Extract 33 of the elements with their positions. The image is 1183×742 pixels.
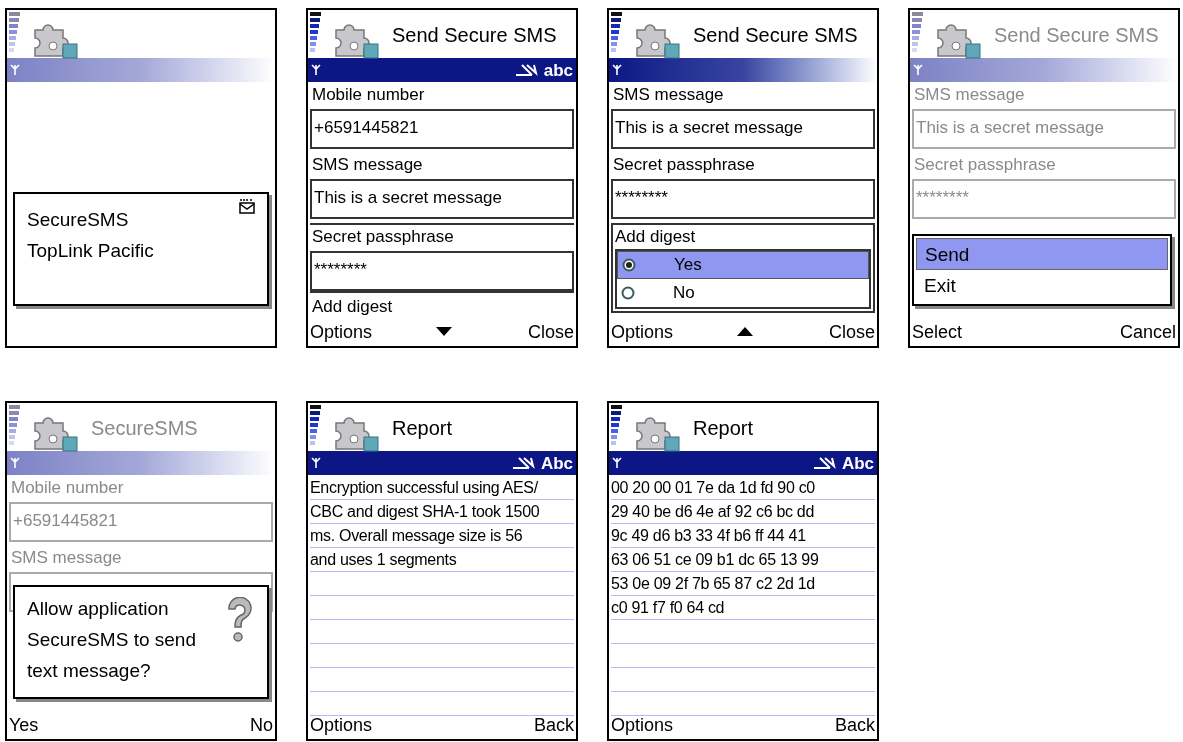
field-label: Mobile number [10, 477, 125, 499]
input-mode-indicator: Abc [841, 454, 874, 472]
report-text-line: CBC and digest SHA-1 took 1500 [310, 500, 574, 524]
field-label: Add digest [614, 226, 697, 248]
screen-title: Send Secure SMS [693, 23, 858, 48]
field-label: Mobile number [311, 84, 426, 106]
input-mode-indicator: abc [543, 61, 573, 79]
screen-title: Send Secure SMS [392, 23, 557, 48]
field-label: Secret passphrase [612, 154, 756, 176]
field-label: SMS message [311, 154, 424, 176]
screen-title: SecureSMS [91, 416, 198, 441]
field-label: Add digest [311, 296, 394, 318]
dialog-text: SecureSMS [27, 208, 130, 232]
screen-title: Report [392, 416, 453, 441]
dialog-text: Allow application SecureSMS to send text message? [27, 597, 197, 683]
screen-title: Report [693, 416, 754, 441]
report-text-line: Encryption successful using AES/ [310, 476, 574, 500]
report-text-line: 29 40 be d6 4e af 92 c6 bc dd [611, 500, 875, 524]
report-text-line: 53 0e 09 2f 7b 65 87 c2 2d 1d [611, 572, 875, 596]
dialog-text: TopLink Pacific [27, 239, 154, 263]
field-label: SMS message [10, 547, 123, 569]
field-label: SMS message [913, 84, 1026, 106]
screen-title: Send Secure SMS [994, 23, 1159, 48]
input-mode-indicator: Abc [540, 454, 573, 472]
field-label: SMS message [612, 84, 725, 106]
report-text-line: 63 06 51 ce 09 b1 dc 65 13 99 [611, 548, 875, 572]
report-text-line: 00 20 00 01 7e da 1d fd 90 c0 [611, 476, 875, 500]
field-label: Secret passphrase [311, 226, 455, 248]
report-text-line: ms. Overall message size is 56 [310, 524, 574, 548]
report-text-line: 9c 49 d6 b3 33 4f b6 ff 44 41 [611, 524, 875, 548]
report-text-line: and uses 1 segments [310, 548, 574, 572]
report-text-line: c0 91 f7 f0 64 cd [611, 596, 875, 620]
field-label: Secret passphrase [913, 154, 1057, 176]
